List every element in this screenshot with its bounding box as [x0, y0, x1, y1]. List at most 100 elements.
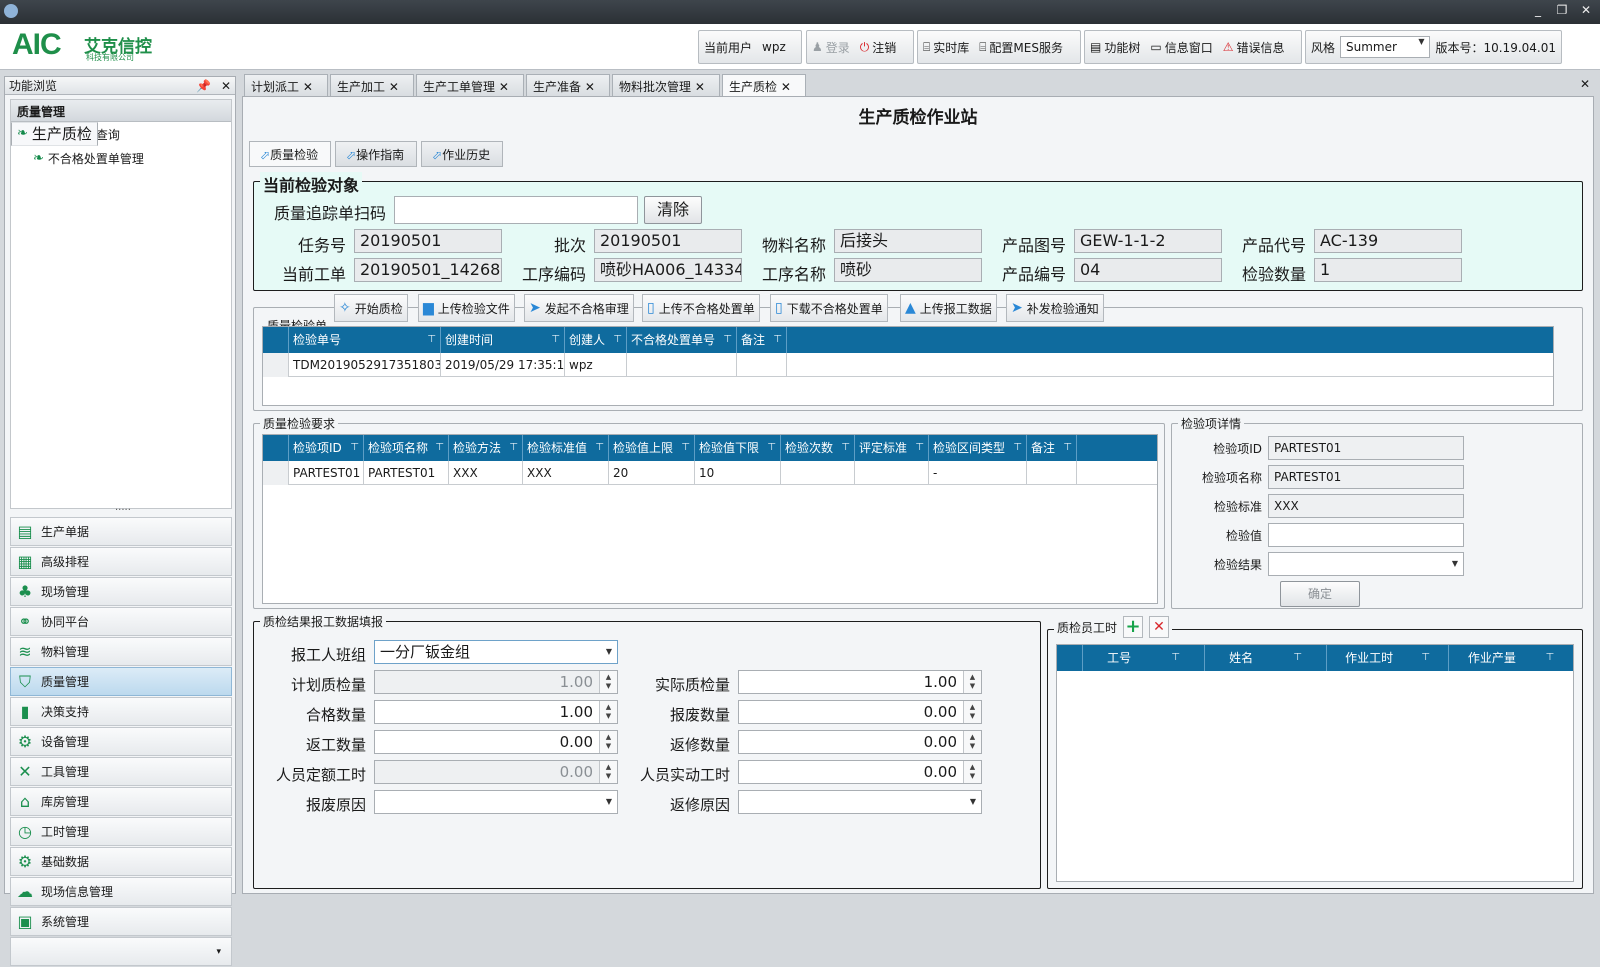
spin-buttons[interactable]: ▲ ▼ — [599, 701, 617, 723]
nav-decision[interactable]: ▮ 决策支持 — [10, 697, 232, 726]
col-name[interactable]: 姓名 ⊤ — [1205, 645, 1327, 671]
quota-hours-input[interactable]: 0.00 ▲ ▼ — [374, 760, 618, 784]
style-select[interactable]: Summer ▼ — [1340, 36, 1431, 58]
tab-quality-inspection[interactable]: 生产质检 ✕ — [722, 74, 806, 96]
nav-scheduling[interactable]: ▦ 高级排程 — [10, 547, 232, 576]
add-row-button[interactable]: + — [1123, 616, 1144, 638]
resend-notice-button[interactable]: ➤ 补发检验通知 — [1006, 294, 1104, 322]
nav-material[interactable]: ≋ 物料管理 — [10, 637, 232, 666]
panel-close-button[interactable]: ✕ — [221, 79, 231, 93]
upload-inspection-file-button[interactable]: ▆ 上传检验文件 — [418, 294, 515, 322]
nav-tools[interactable]: ✕ 工具管理 — [10, 757, 232, 786]
nav-collaboration[interactable]: ⚭ 协同平台 — [10, 607, 232, 636]
nav-base-data[interactable]: ⚙ 基础数据 — [10, 847, 232, 876]
error-info-button[interactable]: ⚠ 错误信息 — [1218, 31, 1290, 63]
spin-buttons[interactable]: ▲ ▼ — [963, 701, 981, 723]
col-disposal-no[interactable]: 不合格处置单号 ⊤ — [627, 327, 737, 353]
tab-preparation[interactable]: 生产准备 ✕ — [526, 74, 610, 96]
start-inspection-button[interactable]: ✧ 开始质检 — [334, 294, 408, 322]
splitter-grip[interactable]: ····· — [115, 505, 131, 516]
col-remark[interactable]: 备注 ⊤ — [737, 327, 787, 353]
nav-quality[interactable]: ⛉ 质量管理 — [10, 667, 232, 696]
col-standard[interactable]: 检验标准值 ⊤ — [523, 435, 609, 461]
logout-button[interactable]: ⏻ 注销 — [855, 31, 902, 63]
subtab-history[interactable]: ⬀作业历史 — [421, 141, 503, 167]
pin-icon[interactable]: 📌 — [196, 79, 211, 93]
table-row[interactable]: TDM20190529173518032 2019/05/29 17:35:18… — [263, 353, 1553, 377]
real-hours-input[interactable]: 0.00 ▲ ▼ — [738, 760, 982, 784]
spin-buttons[interactable]: ▲ ▼ — [963, 731, 981, 753]
restore-button[interactable]: ❐ — [1552, 3, 1572, 17]
task-no-field: 20190501 — [354, 229, 502, 253]
col-item-name[interactable]: 检验项名称 ⊤ — [364, 435, 449, 461]
close-window-button[interactable]: ✕ — [1576, 3, 1596, 17]
plan-qty-input[interactable]: 1.00 ▲ ▼ — [374, 670, 618, 694]
col-output[interactable]: 作业产量 ⊤ — [1449, 645, 1573, 671]
nav-site[interactable]: ♣ 现场管理 — [10, 577, 232, 606]
group-legend: 检验项详情 — [1178, 415, 1245, 432]
nav-system[interactable]: ▣ 系统管理 — [10, 907, 232, 936]
tab-material-batch[interactable]: 物料批次管理 ✕ — [612, 74, 720, 96]
col-item-id[interactable]: 检验项ID ⊤ — [289, 435, 364, 461]
scrap-qty-input[interactable]: 0.00 ▲ ▼ — [738, 700, 982, 724]
col-upper[interactable]: 检验值上限 ⊤ — [609, 435, 695, 461]
nav-production-docs[interactable]: ▤ 生产单据 — [10, 517, 232, 546]
tab-work-order[interactable]: 生产工单管理 ✕ — [416, 74, 524, 96]
col-created-time[interactable]: 创建时间 ⊤ — [441, 327, 565, 353]
tab-production[interactable]: 生产加工 ✕ — [330, 74, 414, 96]
col-remark[interactable]: 备注 ⊤ — [1027, 435, 1077, 461]
upload-disposal-button[interactable]: ▯ 上传不合格处置单 — [642, 294, 760, 322]
initiate-review-button[interactable]: ➤ 发起不合格审理 — [524, 294, 634, 322]
function-tree-button[interactable]: ▤ 功能树 — [1085, 31, 1145, 63]
col-criteria[interactable]: 评定标准 ⊤ — [855, 435, 929, 461]
tree-item-nonconforming[interactable]: ❧ 不合格处置单管理 — [11, 146, 231, 170]
delete-row-button[interactable]: ✕ — [1149, 616, 1170, 638]
upload-report-button[interactable]: ▲ 上传报工数据 — [900, 294, 997, 322]
team-select[interactable]: 一分厂钣金组 ▼ — [374, 640, 618, 664]
spin-buttons[interactable]: ▲ ▼ — [963, 761, 981, 783]
spin-buttons[interactable]: ▲ ▼ — [599, 761, 617, 783]
repair-qty-input[interactable]: 0.00 ▲ ▼ — [738, 730, 982, 754]
col-creator[interactable]: 创建人 ⊤ — [565, 327, 627, 353]
nav-site-info[interactable]: ☁ 现场信息管理 — [10, 877, 232, 906]
detail-result-select[interactable]: ▼ — [1268, 552, 1464, 576]
config-mes-button[interactable]: ⌸ 配置MES服务 — [974, 31, 1068, 63]
col-method[interactable]: 检验方法 ⊤ — [449, 435, 523, 461]
minimize-button[interactable]: _ — [1528, 3, 1548, 17]
info-window-button[interactable]: ▭ 信息窗口 — [1145, 31, 1217, 63]
close-all-tabs-button[interactable]: ✕ — [1580, 77, 1590, 91]
download-disposal-button[interactable]: ▯ 下载不合格处置单 — [770, 294, 888, 322]
rework-qty-input[interactable]: 0.00 ▲ ▼ — [374, 730, 618, 754]
filter-icon: ⊤ — [551, 334, 560, 345]
login-button[interactable]: ♟ 登录 — [807, 31, 855, 63]
confirm-button[interactable]: 确定 — [1280, 581, 1360, 607]
detail-value-input[interactable] — [1268, 523, 1464, 547]
scan-input[interactable] — [394, 196, 638, 224]
material-field: 后接头 — [834, 229, 982, 253]
col-inspection-no[interactable]: 检验单号 ⊤ — [289, 327, 441, 353]
col-lower[interactable]: 检验值下限 ⊤ — [695, 435, 781, 461]
repair-reason-select[interactable]: ▼ — [738, 790, 982, 814]
scrap-reason-select[interactable]: ▼ — [374, 790, 618, 814]
user-icon: ♟ — [812, 40, 823, 54]
tree-item-production-inspection[interactable]: ❧ 生产质检 — [11, 122, 98, 146]
subtab-guide[interactable]: ⬀操作指南 — [335, 141, 417, 167]
pass-qty-input[interactable]: 1.00 ▲ ▼ — [374, 700, 618, 724]
col-work-hours[interactable]: 作业工时 ⊤ — [1327, 645, 1449, 671]
col-count[interactable]: 检验次数 ⊤ — [781, 435, 855, 461]
spin-buttons[interactable]: ▲ ▼ — [599, 671, 617, 693]
tab-plan-dispatch[interactable]: 计划派工 ✕ — [244, 74, 328, 96]
realtime-db-button[interactable]: ⌸ 实时库 — [918, 31, 974, 63]
col-employee-no[interactable]: 工号 ⊤ — [1083, 645, 1205, 671]
col-interval-type[interactable]: 检验区间类型 ⊤ — [929, 435, 1027, 461]
nav-warehouse[interactable]: ⌂ 库房管理 — [10, 787, 232, 816]
spin-buttons[interactable]: ▲ ▼ — [599, 731, 617, 753]
subtab-quality-check[interactable]: ⬀质量检验 — [249, 141, 331, 167]
table-row[interactable]: PARTEST01 PARTEST01 XXX XXX 20 10 - — [263, 461, 1157, 485]
actual-qty-input[interactable]: 1.00 ▲ ▼ — [738, 670, 982, 694]
spin-buttons[interactable]: ▲ ▼ — [963, 671, 981, 693]
nav-more-button[interactable]: ▾ — [10, 937, 232, 966]
clear-button[interactable]: 清除 — [644, 196, 702, 224]
nav-work-hours[interactable]: ◷ 工时管理 — [10, 817, 232, 846]
nav-equipment[interactable]: ⚙ 设备管理 — [10, 727, 232, 756]
